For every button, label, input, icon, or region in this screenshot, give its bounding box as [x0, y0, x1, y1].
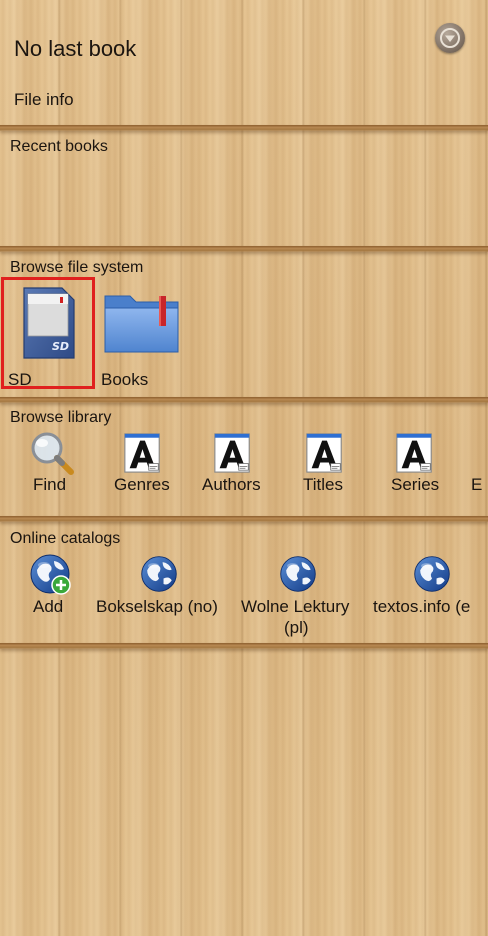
find-label: Find [33, 475, 67, 494]
series-label: Series [391, 475, 440, 494]
titles-label: Titles [303, 475, 343, 494]
folder-icon [104, 295, 179, 353]
library-authors-item[interactable]: Authors [200, 428, 268, 496]
books-label: Books [101, 370, 149, 389]
file-info-link[interactable]: File info [14, 90, 74, 110]
globe-add-icon [28, 552, 71, 595]
shelf-divider [0, 397, 488, 403]
catalog-bokselskap-item[interactable]: Bokselskap (no) [94, 550, 224, 620]
catalog-wolne-lektury-item[interactable]: Wolne Lektury (pl) [238, 550, 358, 642]
wolne-lektury-label: Wolne Lektury [241, 597, 350, 616]
chevron-down-circle-icon[interactable] [435, 23, 465, 53]
shelf-divider [0, 125, 488, 131]
wolne-lektury-region-label: (pl) [284, 618, 309, 637]
globe-icon [412, 554, 452, 594]
library-series-item[interactable]: Series [386, 428, 448, 496]
library-find-item[interactable]: Find [22, 428, 82, 496]
last-book-title[interactable]: No last book [14, 36, 136, 62]
recent-books-title: Recent books [10, 138, 108, 155]
add-catalog-label: Add [33, 597, 64, 616]
shelf-divider [0, 246, 488, 252]
font-document-icon [122, 432, 164, 474]
browse-file-system-title: Browse file system [10, 259, 144, 276]
online-catalogs-title: Online catalogs [10, 530, 121, 547]
library-genres-item[interactable]: Genres [110, 428, 176, 496]
genres-label: Genres [114, 475, 170, 494]
font-document-icon [212, 432, 254, 474]
catalog-textos-item[interactable]: textos.info (e [370, 550, 488, 620]
selection-highlight [1, 277, 95, 389]
globe-icon [278, 554, 318, 594]
shelf-divider [0, 516, 488, 522]
bokselskap-label: Bokselskap (no) [96, 597, 218, 616]
globe-icon [139, 554, 179, 594]
catalog-add-item[interactable]: Add [20, 550, 78, 620]
books-folder-item[interactable]: Books [100, 280, 184, 389]
library-more-item[interactable]: E [468, 428, 488, 496]
textos-label: textos.info (e [373, 597, 471, 616]
library-titles-item[interactable]: Titles [296, 428, 356, 496]
browse-library-title: Browse library [10, 409, 112, 426]
font-document-icon [394, 432, 436, 474]
authors-label: Authors [202, 475, 261, 494]
font-document-icon [304, 432, 346, 474]
more-label: E [471, 475, 483, 494]
magnifier-icon [31, 432, 74, 475]
shelf-divider [0, 643, 488, 649]
